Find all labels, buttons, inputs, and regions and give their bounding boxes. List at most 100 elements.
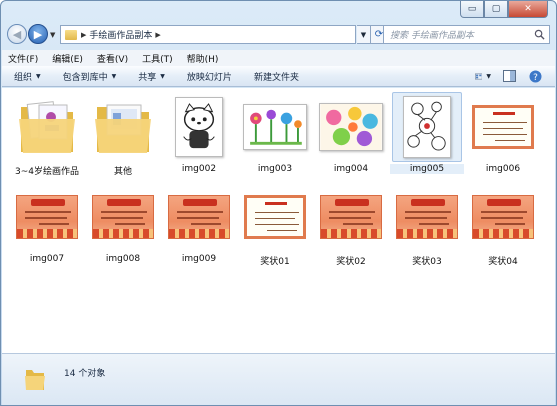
- item-thumbnail: [88, 182, 158, 252]
- preview-pane-icon: [502, 70, 516, 82]
- folder-icon: [65, 29, 77, 40]
- slideshow-button[interactable]: 放映幻灯片: [187, 70, 232, 83]
- list-item[interactable]: img009: [162, 182, 236, 264]
- address-row: ◀ ▶ ▼ ▶ 手绘画作品副本 ▶ ▼ ⟳ 搜索 手绘画作品副本: [5, 23, 552, 47]
- item-label: img005: [390, 164, 464, 174]
- preview-pane-button[interactable]: [501, 69, 517, 83]
- organize-label: 组织: [14, 72, 33, 83]
- search-input[interactable]: 搜索 手绘画作品副本: [383, 25, 550, 44]
- item-thumbnail: [316, 92, 386, 162]
- folder-icon: [25, 370, 45, 390]
- include-label: 包含到库中: [62, 72, 108, 83]
- item-thumbnail: [392, 182, 462, 252]
- share-label: 共享: [138, 72, 157, 83]
- search-placeholder: 搜索 手绘画作品副本: [390, 31, 474, 41]
- item-thumbnail: [316, 182, 386, 252]
- item-label: img003: [257, 164, 293, 174]
- breadcrumb-separator-icon[interactable]: ▶: [155, 31, 160, 39]
- item-label: img009: [181, 254, 217, 264]
- list-item[interactable]: img004: [314, 92, 388, 174]
- item-thumbnail: [240, 182, 310, 252]
- certificate-image: [244, 195, 306, 239]
- list-item[interactable]: 3~4岁绘画作品: [10, 92, 84, 177]
- address-history-dropdown[interactable]: ▼: [357, 25, 371, 44]
- search-icon: [534, 29, 545, 40]
- help-icon: ?: [529, 70, 541, 83]
- close-button[interactable]: ✕: [508, 1, 548, 18]
- list-item[interactable]: 奖状03: [390, 182, 464, 267]
- item-thumbnail: [468, 92, 538, 162]
- breadcrumb-separator-icon[interactable]: ▶: [81, 31, 86, 39]
- explorer-window: ▭ ▢ ✕ ◀ ▶ ▼ ▶ 手绘画作品副本 ▶ ▼ ⟳ 搜索 手绘画作品副本 文…: [0, 0, 557, 406]
- item-label: img006: [485, 164, 521, 174]
- chevron-down-icon: ▼: [486, 72, 491, 80]
- menu-help[interactable]: 帮助(H): [187, 52, 219, 65]
- list-item[interactable]: 奖状02: [314, 182, 388, 267]
- file-list-pane[interactable]: 3~4岁绘画作品 其他 img002 img003 img004 img005 …: [2, 88, 555, 353]
- menu-bar: 文件(F) 编辑(E) 查看(V) 工具(T) 帮助(H): [2, 50, 555, 66]
- menu-edit[interactable]: 编辑(E): [52, 52, 83, 65]
- certificate-image: [92, 195, 154, 239]
- item-label: 奖状02: [336, 257, 366, 267]
- share-button[interactable]: 共享 ▼: [138, 70, 165, 83]
- include-in-library-button[interactable]: 包含到库中 ▼: [63, 70, 117, 83]
- colorful-drawing-image: [319, 103, 383, 151]
- menu-file[interactable]: 文件(F): [8, 52, 38, 65]
- chevron-down-icon: ▼: [36, 72, 41, 80]
- details-pane: 14 个对象: [2, 353, 555, 405]
- certificate-image: [320, 195, 382, 239]
- item-thumbnail: [468, 182, 538, 252]
- address-bar[interactable]: ▶ 手绘画作品副本 ▶: [60, 25, 356, 44]
- item-thumbnail: [164, 182, 234, 252]
- item-label: 奖状03: [412, 257, 442, 267]
- back-button[interactable]: ◀: [7, 24, 27, 44]
- chevron-down-icon: ▼: [111, 72, 117, 80]
- menu-view[interactable]: 查看(V): [97, 52, 128, 65]
- forward-arrow-icon: ▶: [33, 27, 43, 41]
- list-item[interactable]: img002: [162, 92, 236, 174]
- list-item[interactable]: 奖状01: [238, 182, 312, 267]
- list-item[interactable]: img003: [238, 92, 312, 174]
- close-icon: ✕: [524, 4, 532, 14]
- chevron-down-icon: ▼: [50, 31, 56, 39]
- item-label: img007: [29, 254, 65, 264]
- new-folder-button[interactable]: 新建文件夹: [254, 70, 299, 83]
- recent-pages-dropdown[interactable]: ▼: [50, 31, 55, 39]
- list-item-selected[interactable]: img005: [390, 92, 464, 174]
- maximize-icon: ▢: [491, 4, 501, 14]
- organize-button[interactable]: 组织 ▼: [14, 70, 41, 83]
- item-count: 14 个对象: [64, 369, 106, 379]
- folder-icon: [95, 104, 151, 153]
- folder-icon: [19, 101, 75, 153]
- change-view-button[interactable]: ▼: [475, 69, 491, 83]
- item-thumbnail: [88, 92, 158, 162]
- refresh-icon: ⟳: [374, 29, 384, 40]
- certificate-image: [16, 195, 78, 239]
- minimize-button[interactable]: ▭: [460, 1, 484, 18]
- list-item[interactable]: img008: [86, 182, 160, 264]
- menu-tools[interactable]: 工具(T): [142, 52, 173, 65]
- chevron-down-icon: ▼: [160, 72, 165, 80]
- forward-button[interactable]: ▶: [28, 24, 48, 44]
- item-thumbnail: [240, 92, 310, 162]
- item-label: img008: [105, 254, 141, 264]
- sketch-drawing-image: [403, 96, 451, 158]
- maximize-button[interactable]: ▢: [484, 1, 508, 18]
- certificate-image: [168, 195, 230, 239]
- certificate-image: [396, 195, 458, 239]
- list-item[interactable]: img007: [10, 182, 84, 264]
- chevron-down-icon: ▼: [360, 30, 367, 39]
- caption-buttons: ▭ ▢ ✕: [460, 1, 548, 18]
- list-item[interactable]: img006: [466, 92, 540, 174]
- item-label: 奖状01: [260, 257, 290, 267]
- item-label: img002: [181, 164, 217, 174]
- list-item[interactable]: 其他: [86, 92, 160, 177]
- view-controls: ▼ ?: [465, 69, 543, 83]
- list-item[interactable]: 奖状04: [466, 182, 540, 267]
- item-label: 奖状04: [488, 257, 518, 267]
- item-label: 3~4岁绘画作品: [15, 167, 79, 177]
- item-label: 其他: [113, 167, 132, 177]
- help-button[interactable]: ?: [527, 69, 543, 83]
- certificate-image: [472, 105, 534, 149]
- breadcrumb-current-folder[interactable]: 手绘画作品副本: [89, 28, 152, 41]
